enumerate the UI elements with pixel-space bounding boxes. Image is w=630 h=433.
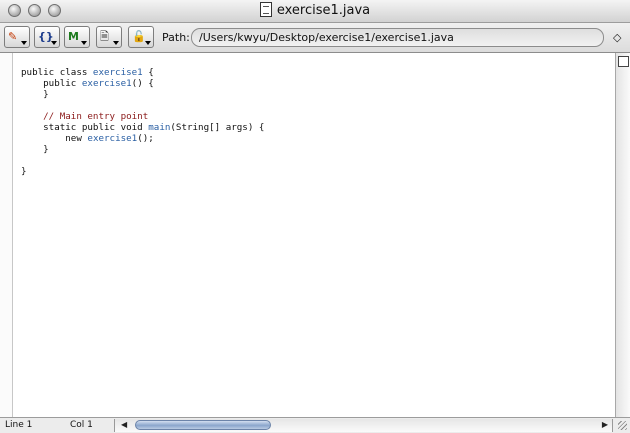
code-line-2: public exercise1() { [43, 78, 154, 89]
editor-window: exercise1.java ✎ {} M 🗎 🔓 Path: /Users/k… [0, 0, 630, 433]
document-popup-button[interactable]: 🗎 [96, 26, 122, 48]
macros-popup-button[interactable]: M [64, 26, 90, 48]
code-editor[interactable]: public class exercise1 { public exercise… [0, 53, 615, 417]
title-bar[interactable]: exercise1.java [0, 0, 630, 23]
code-line-8: } [21, 144, 49, 155]
functions-popup-button[interactable]: {} [34, 26, 60, 48]
code-comment: // Main entry point [21, 111, 149, 122]
chevron-down-icon [81, 41, 87, 45]
window-title: exercise1.java [276, 3, 371, 18]
horizontal-scrollbar[interactable]: ◀ ▶ [114, 419, 613, 432]
code-line-1: public class exercise1 { [21, 67, 154, 78]
resize-grip-icon[interactable] [615, 419, 629, 432]
macro-icon: M [68, 30, 79, 43]
diamond-icon[interactable]: ◇ [613, 31, 621, 44]
code-line-7: new exercise1(); [65, 133, 154, 144]
path-label: Path: [162, 31, 190, 44]
markers-popup-button[interactable]: ✎ [4, 26, 30, 48]
path-field[interactable]: /Users/kwyu/Desktop/exercise1/exercise1.… [191, 28, 604, 47]
chevron-down-icon [21, 41, 27, 45]
line-indicator[interactable]: Line 1 [5, 420, 32, 430]
toolbar: ✎ {} M 🗎 🔓 Path: /Users/kwyu/Desktop/exe… [0, 23, 630, 53]
window-title-container: exercise1.java [0, 2, 630, 18]
split-view-handle[interactable] [618, 56, 629, 67]
chevron-down-icon [113, 41, 119, 45]
code-line-3: } [21, 89, 49, 100]
code-line-6: static public void main(String[] args) { [43, 122, 265, 133]
status-bar: Line 1 Col 1 ◀ ▶ [0, 417, 630, 433]
code-line-10: } [21, 166, 27, 177]
scroll-thumb[interactable] [135, 420, 271, 430]
vertical-scrollbar[interactable] [615, 53, 630, 417]
document-icon: 🗎 [100, 30, 109, 43]
chevron-down-icon [145, 41, 151, 45]
scroll-left-icon[interactable]: ◀ [121, 419, 127, 431]
lock-popup-button[interactable]: 🔓 [128, 26, 154, 48]
scroll-right-icon[interactable]: ▶ [602, 419, 608, 431]
document-icon [259, 2, 272, 17]
code-text[interactable]: public class exercise1 { public exercise… [21, 67, 264, 177]
editor-gutter[interactable] [0, 53, 13, 417]
chevron-down-icon [51, 41, 57, 45]
pen-icon: ✎ [8, 30, 18, 43]
column-indicator: Col 1 [70, 420, 93, 430]
lock-icon: 🔓 [132, 30, 146, 43]
